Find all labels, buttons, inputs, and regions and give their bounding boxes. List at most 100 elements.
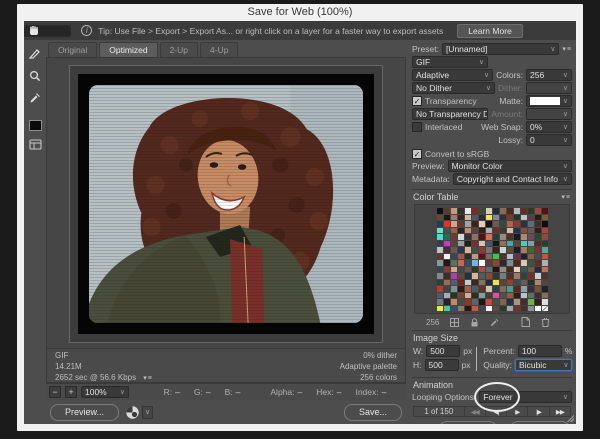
- color-swatch[interactable]: [542, 241, 548, 247]
- color-swatch[interactable]: [486, 273, 492, 279]
- color-swatch[interactable]: [507, 215, 513, 221]
- color-swatch[interactable]: [472, 267, 478, 273]
- color-swatch[interactable]: [444, 247, 450, 253]
- quality-select[interactable]: Bicubic ∨: [515, 359, 572, 371]
- color-swatch[interactable]: [451, 221, 457, 227]
- color-swatch[interactable]: [493, 299, 499, 305]
- color-swatch[interactable]: [451, 273, 457, 279]
- color-swatch[interactable]: [479, 241, 485, 247]
- color-swatch[interactable]: [472, 215, 478, 221]
- color-swatch[interactable]: [535, 241, 541, 247]
- color-swatch[interactable]: [493, 286, 499, 292]
- color-swatch[interactable]: [493, 241, 499, 247]
- color-swatch[interactable]: [451, 280, 457, 286]
- color-swatch[interactable]: [479, 221, 485, 227]
- color-table-panel-menu-icon[interactable]: ▾≡: [561, 193, 571, 201]
- color-swatch[interactable]: [444, 221, 450, 227]
- color-swatch[interactable]: [472, 293, 478, 299]
- color-swatch[interactable]: [542, 306, 548, 312]
- color-swatch[interactable]: [486, 299, 492, 305]
- color-swatch[interactable]: [521, 247, 527, 253]
- color-swatch[interactable]: [500, 234, 506, 240]
- color-swatch[interactable]: [528, 208, 534, 214]
- web-snap-select[interactable]: 0% ∨: [526, 121, 572, 133]
- learn-more-button[interactable]: Learn More: [457, 24, 522, 38]
- color-swatch[interactable]: [507, 228, 513, 234]
- eyedropper-color-swatch[interactable]: [29, 120, 42, 131]
- color-swatch[interactable]: [521, 280, 527, 286]
- format-select[interactable]: GIF ∨: [412, 56, 488, 68]
- color-swatch[interactable]: [444, 260, 450, 266]
- preset-select[interactable]: [Unnamed] ∨: [442, 43, 559, 55]
- color-swatch[interactable]: [528, 299, 534, 305]
- playback-button[interactable]: ◀|: [485, 407, 506, 416]
- color-swatch[interactable]: [521, 228, 527, 234]
- lock-color-icon[interactable]: [470, 318, 479, 327]
- color-swatch[interactable]: [444, 280, 450, 286]
- color-swatch[interactable]: [542, 299, 548, 305]
- color-swatch[interactable]: [521, 293, 527, 299]
- color-swatch[interactable]: [465, 267, 471, 273]
- color-swatch[interactable]: [528, 286, 534, 292]
- color-swatch[interactable]: [521, 254, 527, 260]
- color-swatch[interactable]: [479, 267, 485, 273]
- color-swatch[interactable]: [542, 247, 548, 253]
- color-swatch[interactable]: [437, 215, 443, 221]
- color-swatch[interactable]: [458, 299, 464, 305]
- new-color-icon[interactable]: [521, 317, 530, 327]
- color-swatch[interactable]: [493, 260, 499, 266]
- color-swatch[interactable]: [542, 273, 548, 279]
- eyedropper-tool-button[interactable]: [27, 89, 44, 106]
- color-swatch[interactable]: [507, 273, 513, 279]
- color-swatch[interactable]: [458, 267, 464, 273]
- color-swatch[interactable]: [528, 228, 534, 234]
- toggle-slices-visibility-button[interactable]: [27, 136, 44, 153]
- color-swatch[interactable]: [465, 293, 471, 299]
- color-swatch[interactable]: [493, 234, 499, 240]
- color-swatch[interactable]: [465, 221, 471, 227]
- color-swatch[interactable]: [444, 228, 450, 234]
- color-swatch[interactable]: [479, 306, 485, 312]
- color-swatch[interactable]: [486, 293, 492, 299]
- color-swatch[interactable]: [451, 247, 457, 253]
- playback-button[interactable]: |▶: [527, 407, 548, 416]
- color-swatch[interactable]: [444, 299, 450, 305]
- view-tab[interactable]: Optimized: [99, 42, 157, 57]
- color-swatch[interactable]: [437, 280, 443, 286]
- color-swatch[interactable]: [451, 234, 457, 240]
- color-swatch[interactable]: [507, 299, 513, 305]
- color-swatch[interactable]: [472, 286, 478, 292]
- metadata-select[interactable]: Copyright and Contact Info ∨: [453, 173, 572, 185]
- color-swatch[interactable]: [528, 221, 534, 227]
- color-swatch[interactable]: [493, 221, 499, 227]
- color-swatch[interactable]: [535, 280, 541, 286]
- color-swatch[interactable]: [458, 215, 464, 221]
- color-swatch[interactable]: [465, 247, 471, 253]
- color-swatch[interactable]: [500, 267, 506, 273]
- hand-tool-button[interactable]: [24, 25, 71, 37]
- color-swatch[interactable]: [451, 299, 457, 305]
- color-swatch[interactable]: [528, 267, 534, 273]
- color-swatch[interactable]: [465, 299, 471, 305]
- color-swatch[interactable]: [437, 254, 443, 260]
- color-swatch[interactable]: [472, 234, 478, 240]
- color-swatch[interactable]: [472, 306, 478, 312]
- color-swatch[interactable]: [465, 234, 471, 240]
- transparency-dither-select[interactable]: No Transparency Dither ∨: [412, 108, 488, 120]
- color-swatch[interactable]: [493, 273, 499, 279]
- color-swatch[interactable]: [479, 234, 485, 240]
- color-swatch[interactable]: [486, 267, 492, 273]
- color-swatch[interactable]: [500, 241, 506, 247]
- color-swatch[interactable]: [465, 280, 471, 286]
- convert-srgb-checkbox[interactable]: ✓: [412, 149, 422, 159]
- color-swatch[interactable]: [500, 208, 506, 214]
- browser-select-chevron[interactable]: ∨: [142, 406, 153, 419]
- color-swatch[interactable]: [437, 286, 443, 292]
- color-swatch[interactable]: [535, 221, 541, 227]
- color-swatch[interactable]: [493, 208, 499, 214]
- color-swatch[interactable]: [458, 247, 464, 253]
- color-swatch[interactable]: [500, 293, 506, 299]
- color-swatch[interactable]: [437, 306, 443, 312]
- color-swatch[interactable]: [458, 254, 464, 260]
- color-swatch[interactable]: [528, 215, 534, 221]
